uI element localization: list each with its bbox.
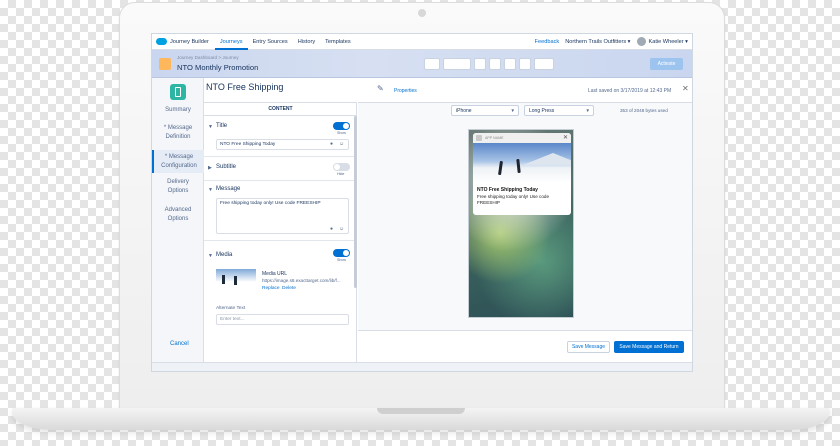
delete-link[interactable]: Delete (282, 286, 296, 291)
chevron-down-icon[interactable]: ▼ (208, 253, 213, 259)
push-notification: APP NAME ✕ NTO Free Shipping Today Free … (473, 133, 571, 215)
chevron-down-icon[interactable]: ▼ (208, 187, 213, 193)
version-select[interactable] (443, 58, 471, 70)
journey-header: Journey Dashboard > Journey NTO Monthly … (152, 50, 692, 78)
app-screen: Journey Builder Journeys Entry Sources H… (151, 33, 693, 372)
left-navigation: Summary * Message Definition * Message C… (152, 78, 204, 362)
activate-button[interactable]: Activate (650, 58, 683, 70)
nav-advanced-options[interactable]: Advanced Options (152, 206, 204, 223)
tab-history[interactable]: History (293, 34, 320, 50)
journey-icon (159, 58, 171, 70)
pencil-icon[interactable]: ✎ (377, 84, 384, 93)
org-switcher[interactable]: Northern Trails Outfitters ▾ (565, 39, 630, 45)
bottom-strip (152, 362, 692, 371)
nav-delivery-options[interactable]: Delivery Options (152, 178, 204, 195)
subtitle-toggle-label: Hide (337, 172, 345, 176)
media-label: Media (216, 252, 233, 258)
properties-link[interactable]: Properties (394, 88, 417, 94)
message-section: ▼ Message Free shipping today only! Use … (204, 181, 354, 241)
save-icon[interactable] (534, 58, 554, 70)
header-toolbar (424, 58, 554, 70)
edit-icon[interactable] (474, 58, 486, 70)
message-label: Message (216, 186, 241, 192)
footer-bar: Save Message Save Message and Return (358, 330, 692, 362)
message-title: NTO Free Shipping (206, 82, 284, 92)
close-icon[interactable]: ✕ (682, 84, 689, 93)
title-toggle[interactable] (333, 122, 350, 130)
save-message-button[interactable]: Save Message (567, 341, 610, 353)
laptop-notch (377, 408, 465, 414)
mobile-push-icon (170, 84, 186, 100)
chevron-down-icon: ▼ (585, 108, 590, 113)
undo-icon[interactable] (424, 58, 440, 70)
title-section: ▼ Title Show NTO Free Shipping Today ● ☺ (204, 117, 354, 157)
app-name: Journey Builder (170, 38, 209, 45)
notification-body: Free shipping today only! Use code FREES… (477, 194, 550, 205)
title-toggle-label: Show (337, 131, 346, 135)
subtitle-section: ▶ Subtitle Hide (204, 157, 354, 181)
notification-title: NTO Free Shipping Today (477, 187, 538, 193)
media-thumbnail (216, 269, 256, 289)
cancel-link[interactable]: Cancel (170, 341, 189, 347)
device-select[interactable]: iPhone ▼ (451, 105, 519, 116)
flag-icon[interactable] (504, 58, 516, 70)
alt-text-input[interactable]: Enter text... (216, 314, 349, 325)
replace-link[interactable]: Replace (262, 286, 280, 291)
settings-icon[interactable] (489, 58, 501, 70)
phone-preview: APP NAME ✕ NTO Free Shipping Today Free … (468, 129, 574, 318)
subtitle-toggle[interactable] (333, 163, 350, 171)
chevron-down-icon: ▼ (510, 108, 515, 113)
alt-text-label: Alternate Text (216, 306, 246, 311)
preview-mode-select[interactable]: Long Press ▼ (524, 105, 594, 116)
chevron-right-icon[interactable]: ▶ (208, 165, 212, 171)
emoji-icon[interactable]: ☺ (339, 226, 344, 232)
notification-app-name: APP NAME (485, 136, 504, 140)
nav-summary[interactable]: Summary (152, 106, 204, 115)
journey-title[interactable]: NTO Monthly Promotion (177, 63, 258, 72)
nav-message-configuration[interactable]: * Message Configuration (152, 150, 204, 173)
title-label: Title (216, 123, 228, 129)
content-scrollbar[interactable] (354, 116, 357, 288)
content-panel: CONTENT ▼ Title Show NTO Free Shipping T… (204, 102, 357, 362)
media-toggle-label: Show (337, 258, 346, 262)
tab-templates[interactable]: Templates (320, 34, 356, 50)
app-icon (476, 135, 482, 141)
breadcrumb[interactable]: Journey Dashboard > Journey (177, 55, 239, 60)
personalization-icon[interactable]: ● (330, 141, 333, 147)
notification-image (473, 143, 571, 183)
nav-message-definition[interactable]: * Message Definition (152, 124, 204, 141)
laptop-base (12, 408, 830, 430)
media-url-label: Media URL (262, 271, 288, 277)
close-icon[interactable]: ✕ (563, 134, 568, 141)
top-navigation: Journey Builder Journeys Entry Sources H… (152, 34, 692, 50)
save-and-return-button[interactable]: Save Message and Return (614, 341, 684, 353)
hiker-figure (498, 160, 503, 176)
subtitle-label: Subtitle (216, 164, 237, 170)
bytes-used-counter: 353 of 2048 bytes used (620, 108, 668, 113)
personalization-icon[interactable]: ● (330, 226, 333, 232)
validate-icon[interactable] (519, 58, 531, 70)
camera-dot (418, 9, 426, 17)
emoji-icon[interactable]: ☺ (339, 141, 344, 147)
feedback-link[interactable]: Feedback (535, 39, 560, 45)
user-menu[interactable]: Katie Wheeler ▾ (649, 39, 689, 45)
media-section: ▼ Media Show Media URL https://image.s8.… (204, 241, 354, 363)
preview-area: iPhone ▼ Long Press ▼ 353 of 2048 bytes … (358, 102, 692, 330)
tab-journeys[interactable]: Journeys (214, 34, 248, 50)
tab-entry-sources[interactable]: Entry Sources (248, 34, 293, 50)
media-toggle[interactable] (333, 249, 350, 257)
content-heading: CONTENT (204, 103, 357, 116)
avatar[interactable] (636, 37, 646, 46)
cloud-logo-icon (156, 38, 167, 45)
chevron-down-icon[interactable]: ▼ (208, 124, 213, 130)
last-saved-text: Last saved on 3/17/2019 at 12:43 PM (588, 88, 672, 94)
media-url-value: https://image.s8.exacttarget.com/lib/f..… (262, 278, 341, 283)
hiker-figure (516, 158, 521, 174)
